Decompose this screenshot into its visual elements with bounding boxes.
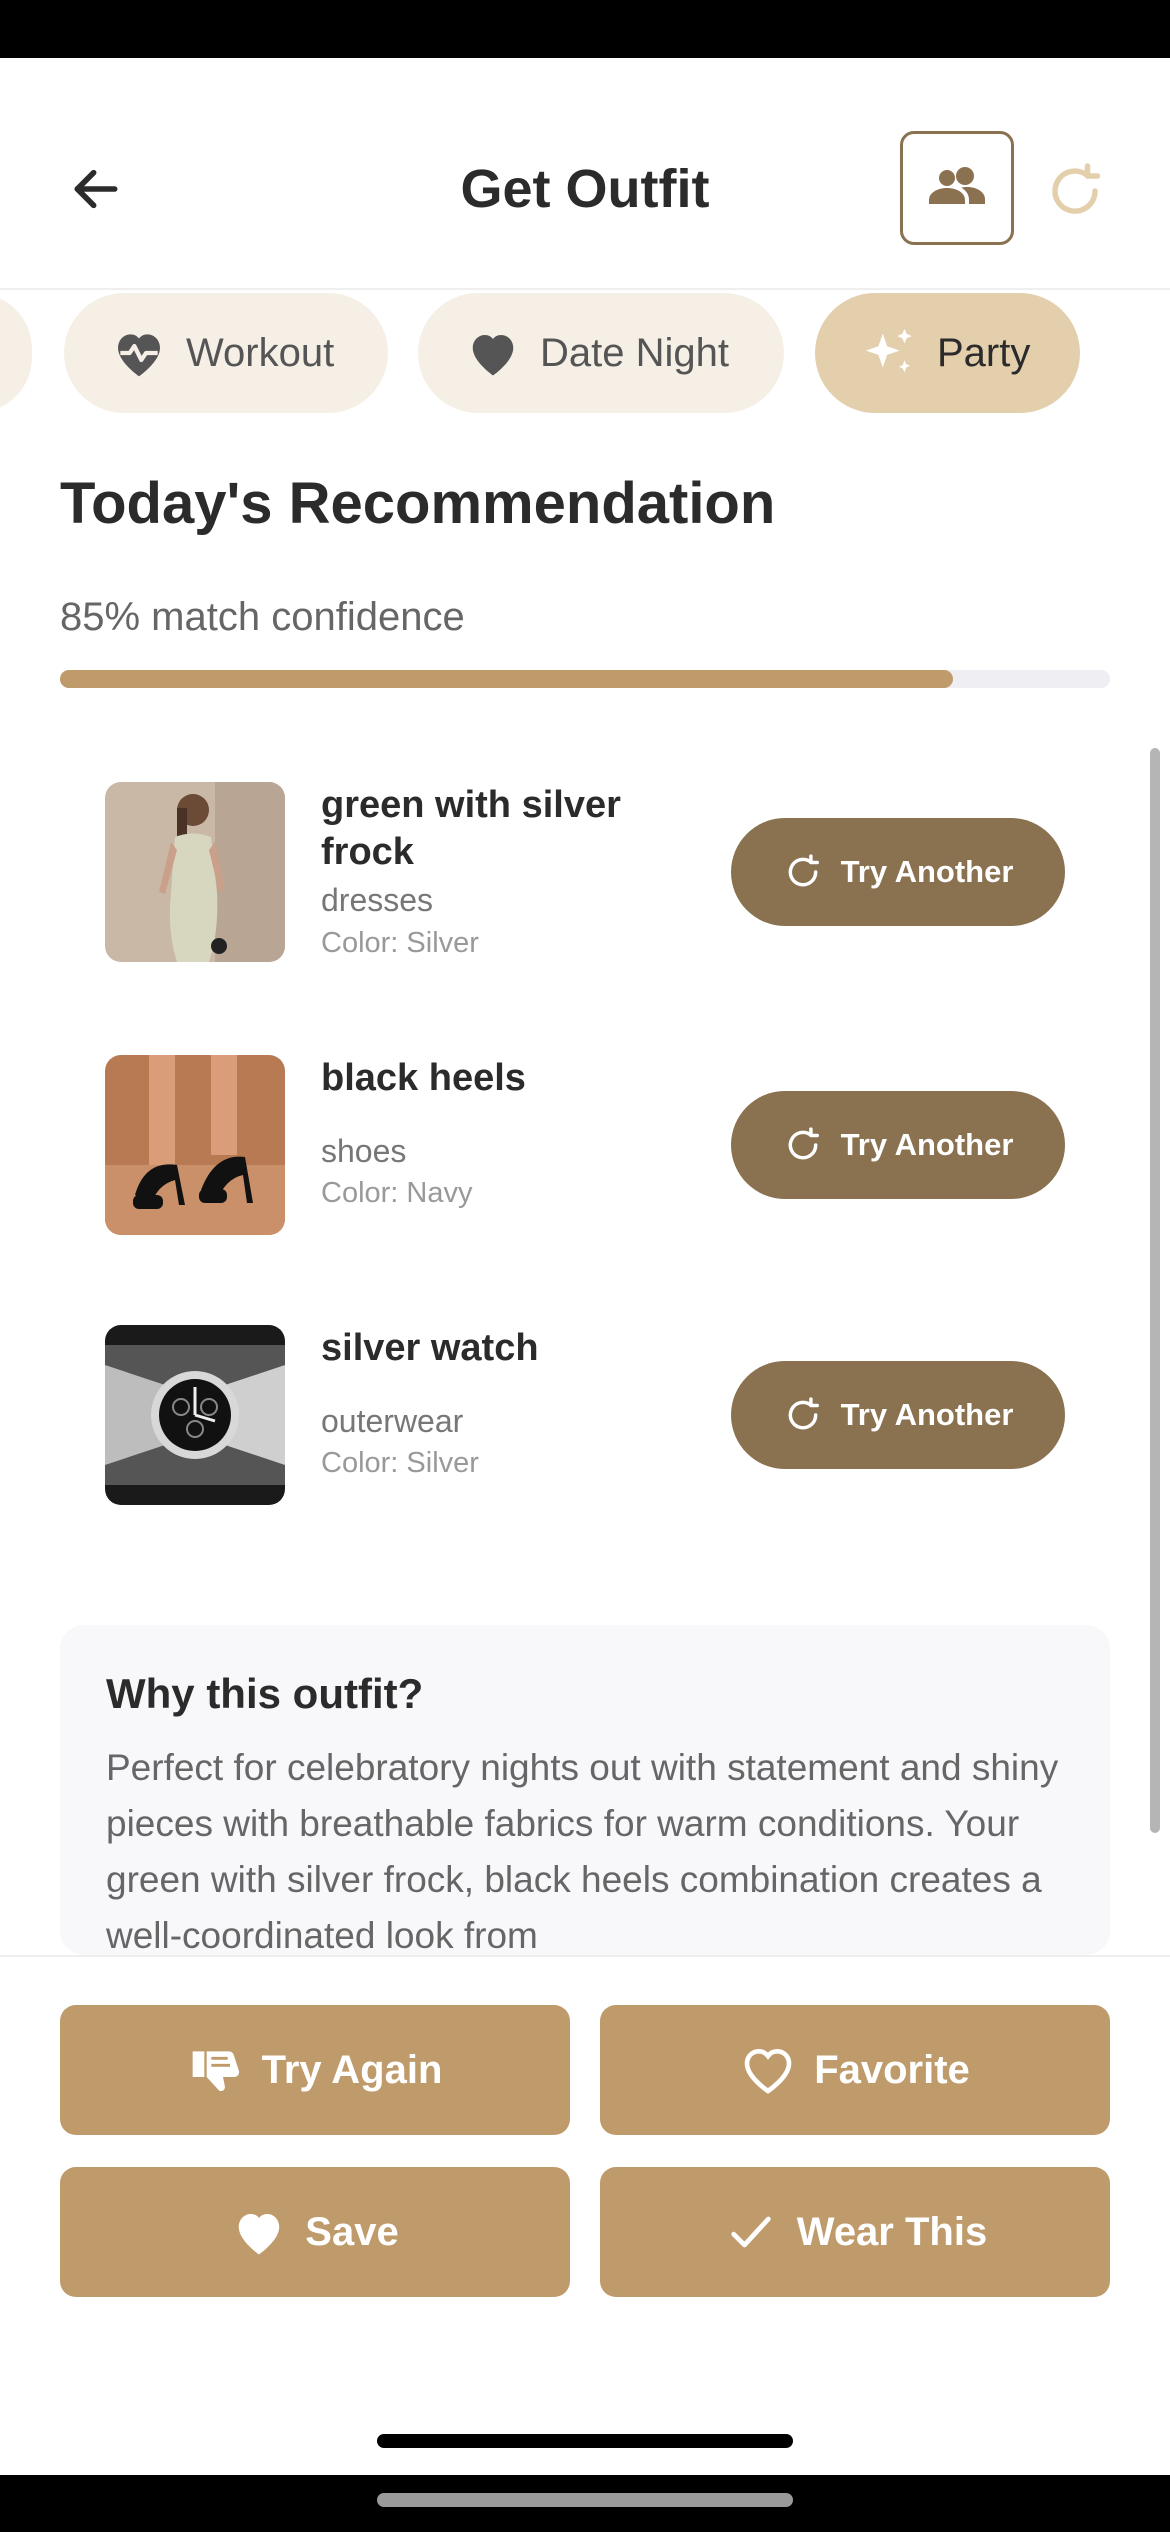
occasion-label: Party: [937, 330, 1031, 375]
why-description: Perfect for celebratory nights out with …: [106, 1747, 1059, 1955]
action-panel: Try Again Favorite Save Wear This: [0, 1955, 1170, 2475]
try-another-button[interactable]: Try Another: [731, 1361, 1065, 1469]
try-again-button[interactable]: Try Again: [60, 2005, 570, 2135]
item-thumbnail-dress: [105, 782, 285, 962]
try-again-label: Try Again: [261, 2047, 443, 2092]
confidence-progress-fill: [60, 670, 953, 688]
recommendation-title: Today's Recommendation: [60, 471, 776, 536]
checkmark-icon: [723, 2204, 779, 2260]
occasion-chip-party[interactable]: Party: [815, 293, 1080, 413]
wear-this-label: Wear This: [796, 2209, 988, 2254]
item-color: Color: Silver: [321, 927, 479, 959]
back-button[interactable]: [60, 153, 132, 225]
people-icon: [929, 167, 985, 204]
header: Get Outfit: [0, 58, 1170, 290]
heart-outline-icon: [740, 2042, 796, 2098]
refresh-icon: [1052, 163, 1101, 214]
refresh-button[interactable]: [1040, 156, 1110, 226]
favorite-label: Favorite: [814, 2047, 970, 2092]
favorite-button[interactable]: Favorite: [600, 2005, 1110, 2135]
occasion-chip-hidden[interactable]: [0, 293, 32, 413]
why-title: Why this outfit?: [106, 1670, 424, 1717]
item-thumbnail-heels: [105, 1055, 285, 1235]
item-name: black heels: [321, 1057, 526, 1099]
refresh-icon: [783, 1125, 823, 1165]
item-name: silver watch: [321, 1327, 539, 1369]
try-another-button[interactable]: Try Another: [731, 1091, 1065, 1199]
occasion-label: Workout: [186, 330, 335, 375]
item-name: green with silver frock: [321, 784, 621, 873]
try-another-button[interactable]: Try Another: [731, 818, 1065, 926]
item-color: Color: Navy: [321, 1177, 473, 1209]
occasion-chip-workout[interactable]: Workout: [64, 293, 388, 413]
occasion-chip-date-night[interactable]: Date Night: [418, 293, 784, 413]
try-another-label: Try Another: [840, 854, 1014, 889]
sparkles-icon: [861, 324, 919, 382]
refresh-icon: [783, 1395, 823, 1435]
arrow-left-icon: [74, 169, 118, 209]
home-indicator[interactable]: [377, 2434, 793, 2448]
save-button[interactable]: Save: [60, 2167, 570, 2297]
occasion-label: Date Night: [540, 330, 729, 375]
try-another-label: Try Another: [840, 1127, 1014, 1162]
item-category: dresses: [321, 882, 434, 918]
heart-icon: [464, 324, 522, 382]
outfit-item-heels: black heels shoes Color: Navy Try Anothe…: [105, 1055, 1065, 1235]
confidence-progress-bar: [60, 670, 1110, 688]
scrollbar[interactable]: [1150, 748, 1160, 1833]
people-button[interactable]: [900, 131, 1014, 245]
occasion-chips: Workout Date Night Party: [0, 293, 1170, 415]
outfit-item-watch: silver watch outerwear Color: Silver Try…: [105, 1325, 1065, 1505]
save-label: Save: [305, 2209, 399, 2254]
outfit-item-dress: green with silver frock dresses Color: S…: [105, 782, 1065, 962]
heart-pulse-icon: [110, 324, 168, 382]
match-confidence-text: 85% match confidence: [60, 595, 465, 639]
item-category: outerwear: [321, 1403, 464, 1439]
item-thumbnail-watch: [105, 1325, 285, 1505]
item-category: shoes: [321, 1133, 407, 1169]
status-bar: [0, 0, 1170, 58]
item-color: Color: Silver: [321, 1447, 479, 1479]
refresh-icon: [783, 852, 823, 892]
try-another-label: Try Another: [840, 1397, 1014, 1432]
thumbs-down-icon: [188, 2042, 244, 2098]
why-this-outfit-card: Why this outfit? Perfect for celebratory…: [60, 1625, 1110, 1955]
heart-icon: [231, 2204, 287, 2260]
bottom-handle: [377, 2493, 793, 2507]
wear-this-button[interactable]: Wear This: [600, 2167, 1110, 2297]
